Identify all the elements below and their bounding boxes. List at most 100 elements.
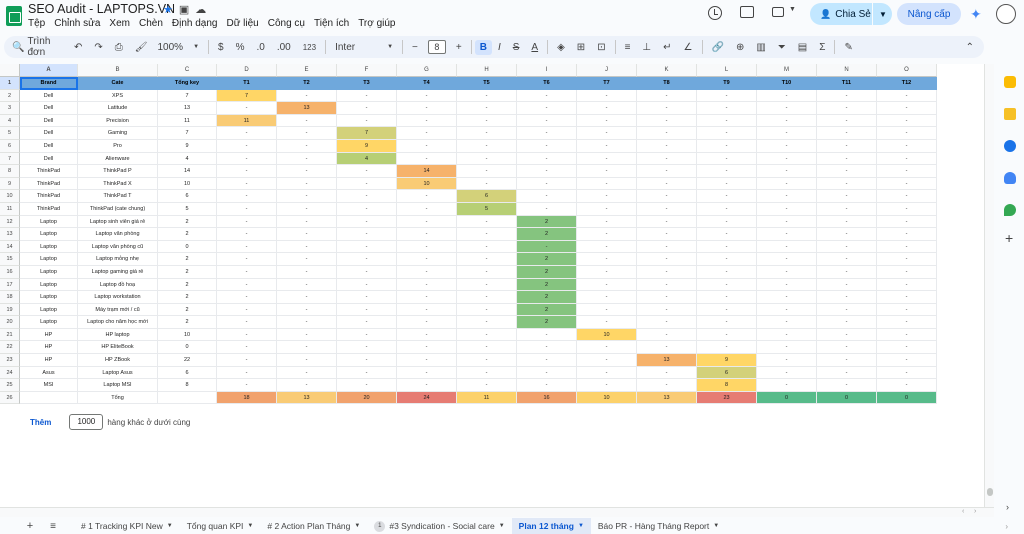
table-cell[interactable]: 2 — [158, 291, 217, 304]
table-cell[interactable]: - — [877, 190, 937, 203]
table-cell[interactable]: - — [637, 177, 697, 191]
table-cell[interactable]: 2 — [517, 303, 577, 317]
row-header[interactable]: 6 — [0, 139, 20, 153]
row-header[interactable]: 26 — [0, 391, 20, 405]
gemini-icon[interactable]: ✦ — [970, 6, 982, 23]
table-cell[interactable]: - — [817, 291, 877, 304]
table-cell[interactable]: ThinkPad (cate chung) — [78, 202, 158, 216]
menu-item[interactable]: Trợ giúp — [358, 18, 395, 29]
chevron-down-icon[interactable]: ▼ — [354, 523, 360, 529]
table-cell[interactable]: - — [337, 177, 397, 191]
table-cell[interactable]: - — [877, 114, 937, 128]
row-header[interactable]: 4 — [0, 114, 20, 128]
table-cell[interactable]: HP — [20, 341, 78, 355]
table-cell[interactable]: - — [757, 139, 817, 153]
table-cell[interactable]: - — [877, 215, 937, 229]
table-cell[interactable]: - — [757, 215, 817, 229]
column-header[interactable]: G — [397, 64, 457, 77]
row-header[interactable]: 13 — [0, 228, 20, 241]
table-cell[interactable]: - — [217, 278, 277, 292]
table-cell[interactable]: - — [577, 354, 637, 367]
table-cell[interactable]: - — [277, 152, 337, 166]
contacts-icon[interactable] — [1004, 172, 1016, 184]
table-cell[interactable]: Dell — [20, 89, 78, 103]
table-cell[interactable]: - — [817, 278, 877, 292]
table-cell[interactable]: - — [337, 291, 397, 304]
table-cell[interactable]: 10 — [158, 328, 217, 342]
table-cell[interactable]: XPS — [78, 89, 158, 103]
column-title-cell[interactable]: Cate — [78, 77, 158, 90]
table-cell[interactable]: - — [637, 253, 697, 266]
table-cell[interactable]: 20 — [337, 391, 397, 405]
horizontal-scrollbar[interactable]: ‹ › — [0, 507, 994, 517]
row-header[interactable]: 15 — [0, 253, 20, 266]
table-cell[interactable]: Dell — [20, 152, 78, 166]
table-cell[interactable]: - — [397, 303, 457, 317]
menu-item[interactable]: Tiện ích — [314, 18, 349, 29]
table-cell[interactable]: - — [757, 165, 817, 178]
table-cell[interactable]: - — [277, 228, 337, 241]
table-cell[interactable]: 6 — [457, 190, 517, 203]
keep-icon[interactable] — [1004, 108, 1016, 120]
table-cell[interactable]: - — [397, 89, 457, 103]
table-cell[interactable]: Laptop — [20, 215, 78, 229]
sheet-tab[interactable]: Tổng quan KPI ▼ — [180, 518, 261, 534]
table-cell[interactable]: Máy trạm mới / cũ — [78, 303, 158, 317]
column-title-cell[interactable]: Tổng key — [158, 77, 217, 90]
table-cell[interactable]: - — [277, 89, 337, 103]
table-cell[interactable]: HP EliteBook — [78, 341, 158, 355]
table-cell[interactable]: ThinkPad T — [78, 190, 158, 203]
table-cell[interactable]: - — [817, 102, 877, 115]
column-title-cell[interactable]: T7 — [577, 77, 637, 90]
table-cell[interactable]: - — [277, 190, 337, 203]
print-icon[interactable]: ⎙ — [109, 42, 129, 53]
table-cell[interactable]: - — [337, 316, 397, 329]
table-cell[interactable]: - — [217, 127, 277, 140]
table-cell[interactable]: 13 — [637, 354, 697, 367]
table-cell[interactable]: - — [217, 139, 277, 153]
table-cell[interactable]: - — [217, 354, 277, 367]
undo-icon[interactable]: ↶ — [68, 42, 88, 53]
table-cell[interactable]: - — [577, 102, 637, 115]
table-cell[interactable]: - — [877, 316, 937, 329]
chevron-down-icon[interactable]: ▼ — [499, 523, 505, 529]
table-cell[interactable]: - — [757, 354, 817, 367]
table-cell[interactable]: - — [637, 366, 697, 380]
table-cell[interactable]: Dell — [20, 102, 78, 115]
table-cell[interactable]: HP — [20, 354, 78, 367]
table-cell[interactable]: - — [817, 328, 877, 342]
table-cell[interactable]: Laptop — [20, 253, 78, 266]
table-cell[interactable]: - — [517, 152, 577, 166]
table-cell[interactable]: ThinkPad P — [78, 165, 158, 178]
table-cell[interactable]: - — [277, 341, 337, 355]
table-cell[interactable]: 18 — [217, 391, 277, 405]
table-cell[interactable]: Tổng — [78, 391, 158, 405]
table-cell[interactable]: 6 — [158, 366, 217, 380]
table-cell[interactable]: - — [397, 240, 457, 254]
row-header[interactable]: 21 — [0, 328, 20, 342]
column-title-cell[interactable]: Brand — [20, 77, 78, 90]
expand-panel-icon[interactable]: › — [1006, 502, 1009, 512]
calendar-icon[interactable] — [1004, 76, 1016, 88]
table-cell[interactable]: - — [697, 202, 757, 216]
table-cell[interactable]: - — [637, 379, 697, 392]
table-cell[interactable]: - — [517, 127, 577, 140]
table-cell[interactable]: Laptop — [20, 228, 78, 241]
table-cell[interactable]: - — [397, 127, 457, 140]
row-header[interactable]: 20 — [0, 316, 20, 329]
table-cell[interactable]: - — [217, 228, 277, 241]
row-header[interactable]: 10 — [0, 190, 20, 203]
table-cell[interactable]: - — [397, 190, 457, 203]
font-select[interactable]: Inter — [329, 42, 381, 53]
table-cell[interactable]: - — [757, 278, 817, 292]
table-cell[interactable]: Laptop — [20, 240, 78, 254]
table-cell[interactable]: ThinkPad — [20, 202, 78, 216]
table-cell[interactable]: 11 — [457, 391, 517, 405]
table-cell[interactable]: HP — [20, 328, 78, 342]
table-cell[interactable]: - — [877, 265, 937, 279]
table-cell[interactable]: - — [697, 165, 757, 178]
row-header[interactable]: 2 — [0, 89, 20, 103]
table-cell[interactable]: - — [277, 177, 337, 191]
explore-icon[interactable]: › — [1005, 522, 1008, 531]
table-cell[interactable]: Laptop gaming giá rẻ — [78, 265, 158, 279]
